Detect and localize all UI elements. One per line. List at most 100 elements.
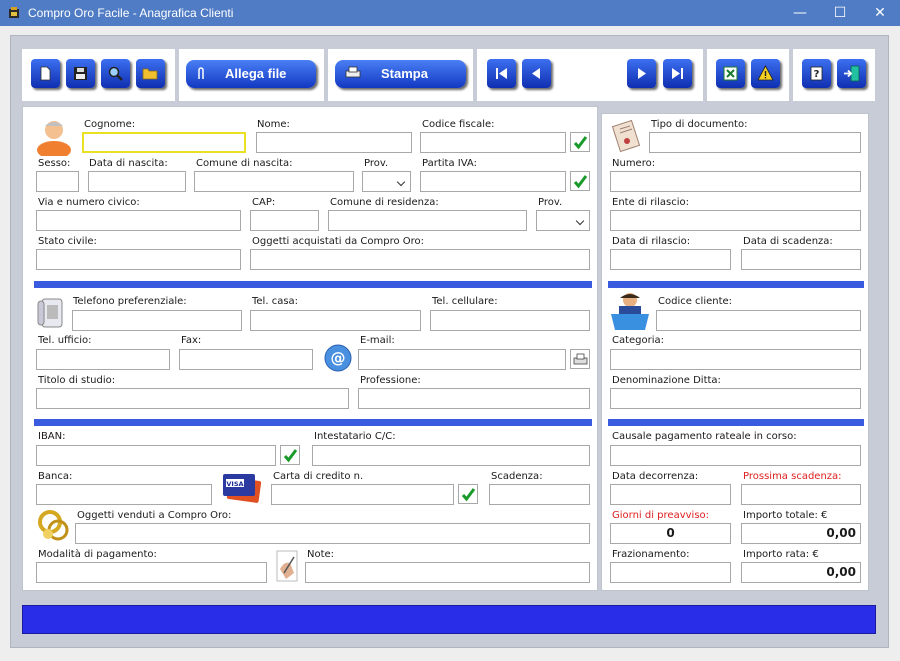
data-nascita-label: Data di nascita: — [89, 158, 168, 169]
numero-input[interactable] — [610, 171, 861, 192]
data-rilascio-input[interactable] — [610, 249, 731, 270]
open-folder-button[interactable] — [136, 59, 165, 88]
search-button[interactable] — [101, 59, 130, 88]
sesso-label: Sesso: — [38, 158, 71, 169]
importo-totale-input[interactable]: 0,00 — [741, 523, 861, 544]
telefono-pref-input[interactable] — [72, 310, 242, 331]
email-input[interactable] — [358, 349, 566, 370]
intestatario-input[interactable] — [312, 445, 590, 466]
frazionamento-input[interactable] — [610, 562, 731, 583]
stato-civile-input[interactable] — [36, 249, 241, 270]
scadenza-input[interactable] — [489, 484, 590, 505]
data-decorrenza-input[interactable] — [610, 484, 731, 505]
partita-iva-check-button[interactable] — [570, 171, 590, 191]
app-icon — [9, 7, 19, 18]
carta-credito-label: Carta di credito n. — [273, 471, 364, 482]
allega-file-label: Allega file — [225, 66, 287, 81]
oggetti-acquistati-input[interactable] — [250, 249, 590, 270]
prossima-scadenza-label: Prossima scadenza: — [743, 471, 842, 482]
prov-nascita-select[interactable] — [362, 171, 411, 192]
giorni-preavviso-input[interactable]: 0 — [610, 523, 731, 544]
causale-input[interactable] — [610, 445, 861, 466]
warning-button[interactable] — [751, 59, 780, 88]
comune-nascita-input[interactable] — [194, 171, 354, 192]
cognome-label: Cognome: — [84, 119, 136, 130]
tel-casa-input[interactable] — [250, 310, 421, 331]
open-folder-icon — [142, 68, 158, 80]
checkmark-icon — [573, 175, 588, 189]
send-email-button[interactable] — [570, 349, 590, 369]
prov-residenza-select[interactable] — [536, 210, 590, 231]
banca-input[interactable] — [36, 484, 212, 505]
printer-small-icon — [573, 353, 588, 365]
toolbar-navigation-group — [477, 49, 703, 101]
carta-credito-input[interactable] — [271, 484, 454, 505]
prossima-scadenza-input[interactable] — [741, 484, 861, 505]
categoria-input[interactable] — [610, 349, 861, 370]
oggetti-venduti-input[interactable] — [75, 523, 590, 544]
note-input[interactable] — [305, 562, 590, 583]
cognome-input[interactable] — [82, 132, 246, 153]
iban-input[interactable] — [36, 445, 276, 466]
stampa-label: Stampa — [381, 66, 428, 81]
tipo-documento-input[interactable] — [649, 132, 861, 153]
tel-cellulare-input[interactable] — [430, 310, 590, 331]
comune-residenza-input[interactable] — [328, 210, 527, 231]
ente-rilascio-input[interactable] — [610, 210, 861, 231]
section-divider — [34, 281, 592, 288]
tel-ufficio-label: Tel. ufficio: — [38, 335, 92, 346]
minimize-button[interactable]: — — [778, 0, 822, 26]
sesso-input[interactable] — [36, 171, 79, 192]
exit-button[interactable] — [837, 59, 866, 88]
ente-rilascio-label: Ente di rilascio: — [612, 197, 689, 208]
excel-export-button[interactable] — [716, 59, 745, 88]
toolbar-attach-group: Allega file — [179, 49, 324, 101]
stampa-button[interactable]: Stampa — [335, 60, 466, 88]
professione-input[interactable] — [358, 388, 590, 409]
tel-ufficio-input[interactable] — [36, 349, 170, 370]
last-record-button[interactable] — [663, 59, 692, 88]
svg-text:VISA: VISA — [226, 480, 243, 488]
importo-rata-label: Importo rata: € — [743, 549, 819, 560]
close-button[interactable]: ✕ — [858, 0, 900, 26]
gold-jewelry-icon — [38, 510, 69, 541]
iban-check-button[interactable] — [280, 445, 300, 465]
save-button[interactable] — [66, 59, 95, 88]
professione-label: Professione: — [360, 375, 421, 386]
excel-icon — [723, 66, 738, 81]
data-decorrenza-label: Data decorrenza: — [612, 471, 699, 482]
titolo-studio-label: Titolo di studio: — [38, 375, 116, 386]
modalita-pagamento-input[interactable] — [36, 562, 267, 583]
denominazione-ditta-input[interactable] — [610, 388, 861, 409]
nome-label: Nome: — [257, 119, 290, 130]
help-button[interactable]: ? — [802, 59, 831, 88]
importo-rata-input[interactable]: 0,00 — [741, 562, 861, 583]
chevron-down-icon — [396, 177, 406, 187]
maximize-button[interactable]: ☐ — [818, 0, 862, 26]
data-scadenza-input[interactable] — [741, 249, 861, 270]
first-record-button[interactable] — [487, 59, 516, 88]
codice-fiscale-check-button[interactable] — [570, 132, 590, 152]
first-record-icon — [496, 68, 507, 79]
allega-file-button[interactable]: Allega file — [186, 60, 316, 88]
numero-label: Numero: — [612, 158, 656, 169]
oggetti-acquistati-label: Oggetti acquistati da Compro Oro: — [252, 236, 425, 247]
prov-residenza-label: Prov. — [538, 197, 563, 208]
carta-credito-check-button[interactable] — [458, 484, 478, 504]
cap-input[interactable] — [250, 210, 319, 231]
via-input[interactable] — [36, 210, 241, 231]
section-divider — [34, 419, 592, 426]
prev-record-button[interactable] — [522, 59, 551, 88]
codice-fiscale-input[interactable] — [420, 132, 566, 153]
title-bar: Compro Oro Facile - Anagrafica Clienti —… — [0, 0, 900, 26]
data-nascita-input[interactable] — [88, 171, 186, 192]
partita-iva-input[interactable] — [420, 171, 566, 192]
next-record-button[interactable] — [627, 59, 656, 88]
fax-input[interactable] — [179, 349, 313, 370]
new-record-button[interactable] — [31, 59, 60, 88]
intestatario-label: Intestatario C/C: — [314, 431, 396, 442]
nome-input[interactable] — [256, 132, 412, 153]
codice-cliente-input[interactable] — [656, 310, 861, 331]
titolo-studio-input[interactable] — [36, 388, 349, 409]
svg-text:@: @ — [331, 349, 346, 367]
